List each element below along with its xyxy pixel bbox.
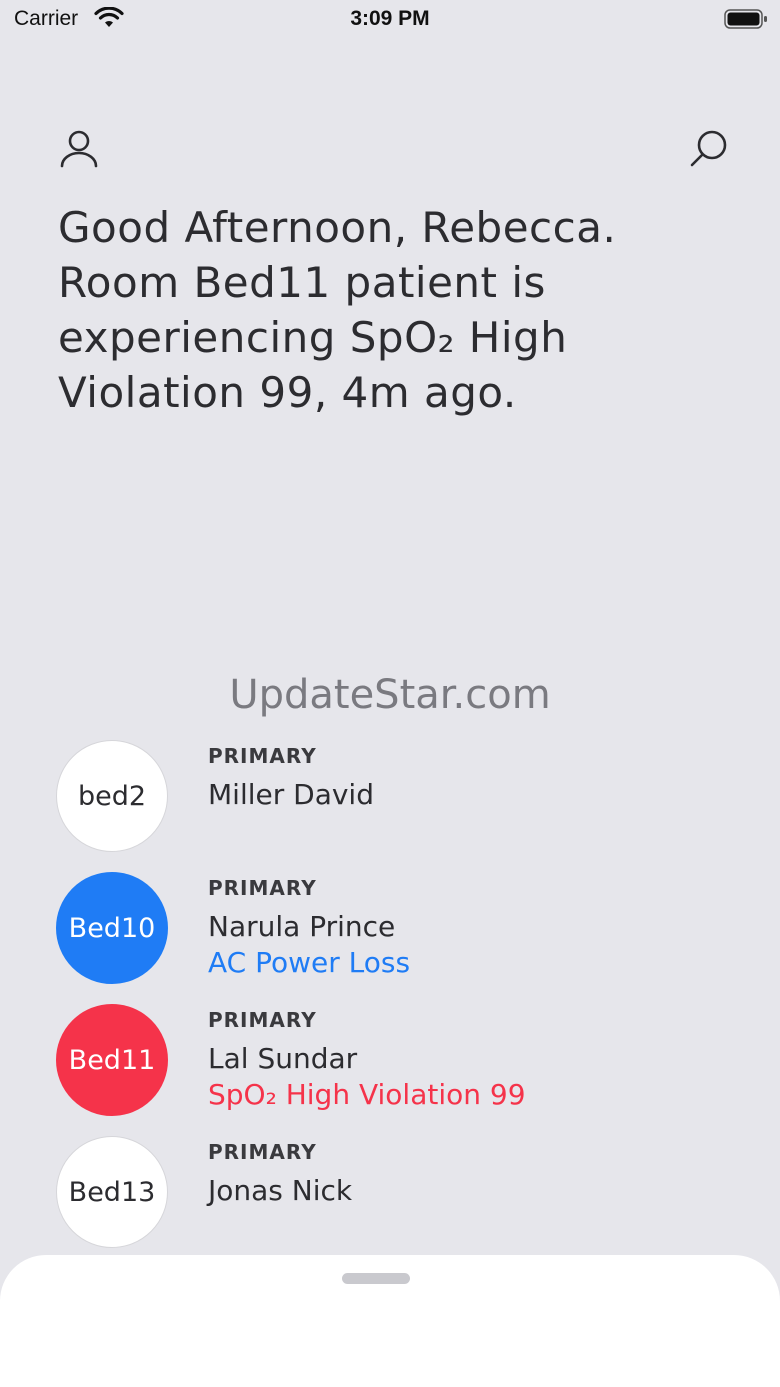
patient-row[interactable]: Bed10 PRIMARY Narula Prince AC Power Los… <box>56 872 756 1004</box>
greeting-line: Room Bed11 patient is <box>58 258 546 307</box>
patient-role: PRIMARY <box>208 1140 317 1164</box>
person-icon <box>60 130 98 168</box>
profile-button[interactable] <box>56 126 102 172</box>
search-icon <box>690 130 727 167</box>
patient-row[interactable]: Bed11 PRIMARY Lal Sundar SpO₂ High Viola… <box>56 1004 756 1136</box>
patient-name: Narula Prince <box>208 910 396 943</box>
app-screen: Carrier 3:09 PM Good Afternoon, Rebecca.… <box>0 0 780 1387</box>
status-bar: Carrier 3:09 PM <box>0 0 780 40</box>
clock: 3:09 PM <box>350 7 430 30</box>
greeting-message: Good Afternoon, Rebecca. Room Bed11 pati… <box>58 200 738 420</box>
battery-icon <box>724 8 768 30</box>
patient-name: Jonas Nick <box>208 1174 353 1207</box>
patient-list: bed2 PRIMARY Miller David Bed10 PRIMARY … <box>56 740 756 1268</box>
bed-badge: Bed11 <box>56 1004 168 1116</box>
patient-name: Miller David <box>208 778 374 811</box>
patient-alarm: AC Power Loss <box>208 946 411 979</box>
watermark: UpdateStar.com <box>229 672 551 718</box>
patient-role: PRIMARY <box>208 744 317 768</box>
patient-role: PRIMARY <box>208 1008 317 1032</box>
search-button[interactable] <box>686 126 732 172</box>
greeting-line: experiencing SpO₂ High <box>58 313 568 362</box>
bottom-sheet[interactable] <box>0 1255 780 1387</box>
sheet-grabber-handle[interactable] <box>342 1273 410 1284</box>
greeting-line: Good Afternoon, Rebecca. <box>58 203 617 252</box>
patient-name: Lal Sundar <box>208 1042 358 1075</box>
bed-badge: Bed10 <box>56 872 168 984</box>
greeting-line: Violation 99, 4m ago. <box>58 368 517 417</box>
bed-badge: Bed13 <box>56 1136 168 1248</box>
bed-badge: bed2 <box>56 740 168 852</box>
patient-role: PRIMARY <box>208 876 317 900</box>
patient-alarm: SpO₂ High Violation 99 <box>208 1078 526 1111</box>
patient-row[interactable]: bed2 PRIMARY Miller David <box>56 740 756 872</box>
patient-row[interactable]: Bed13 PRIMARY Jonas Nick <box>56 1136 756 1268</box>
